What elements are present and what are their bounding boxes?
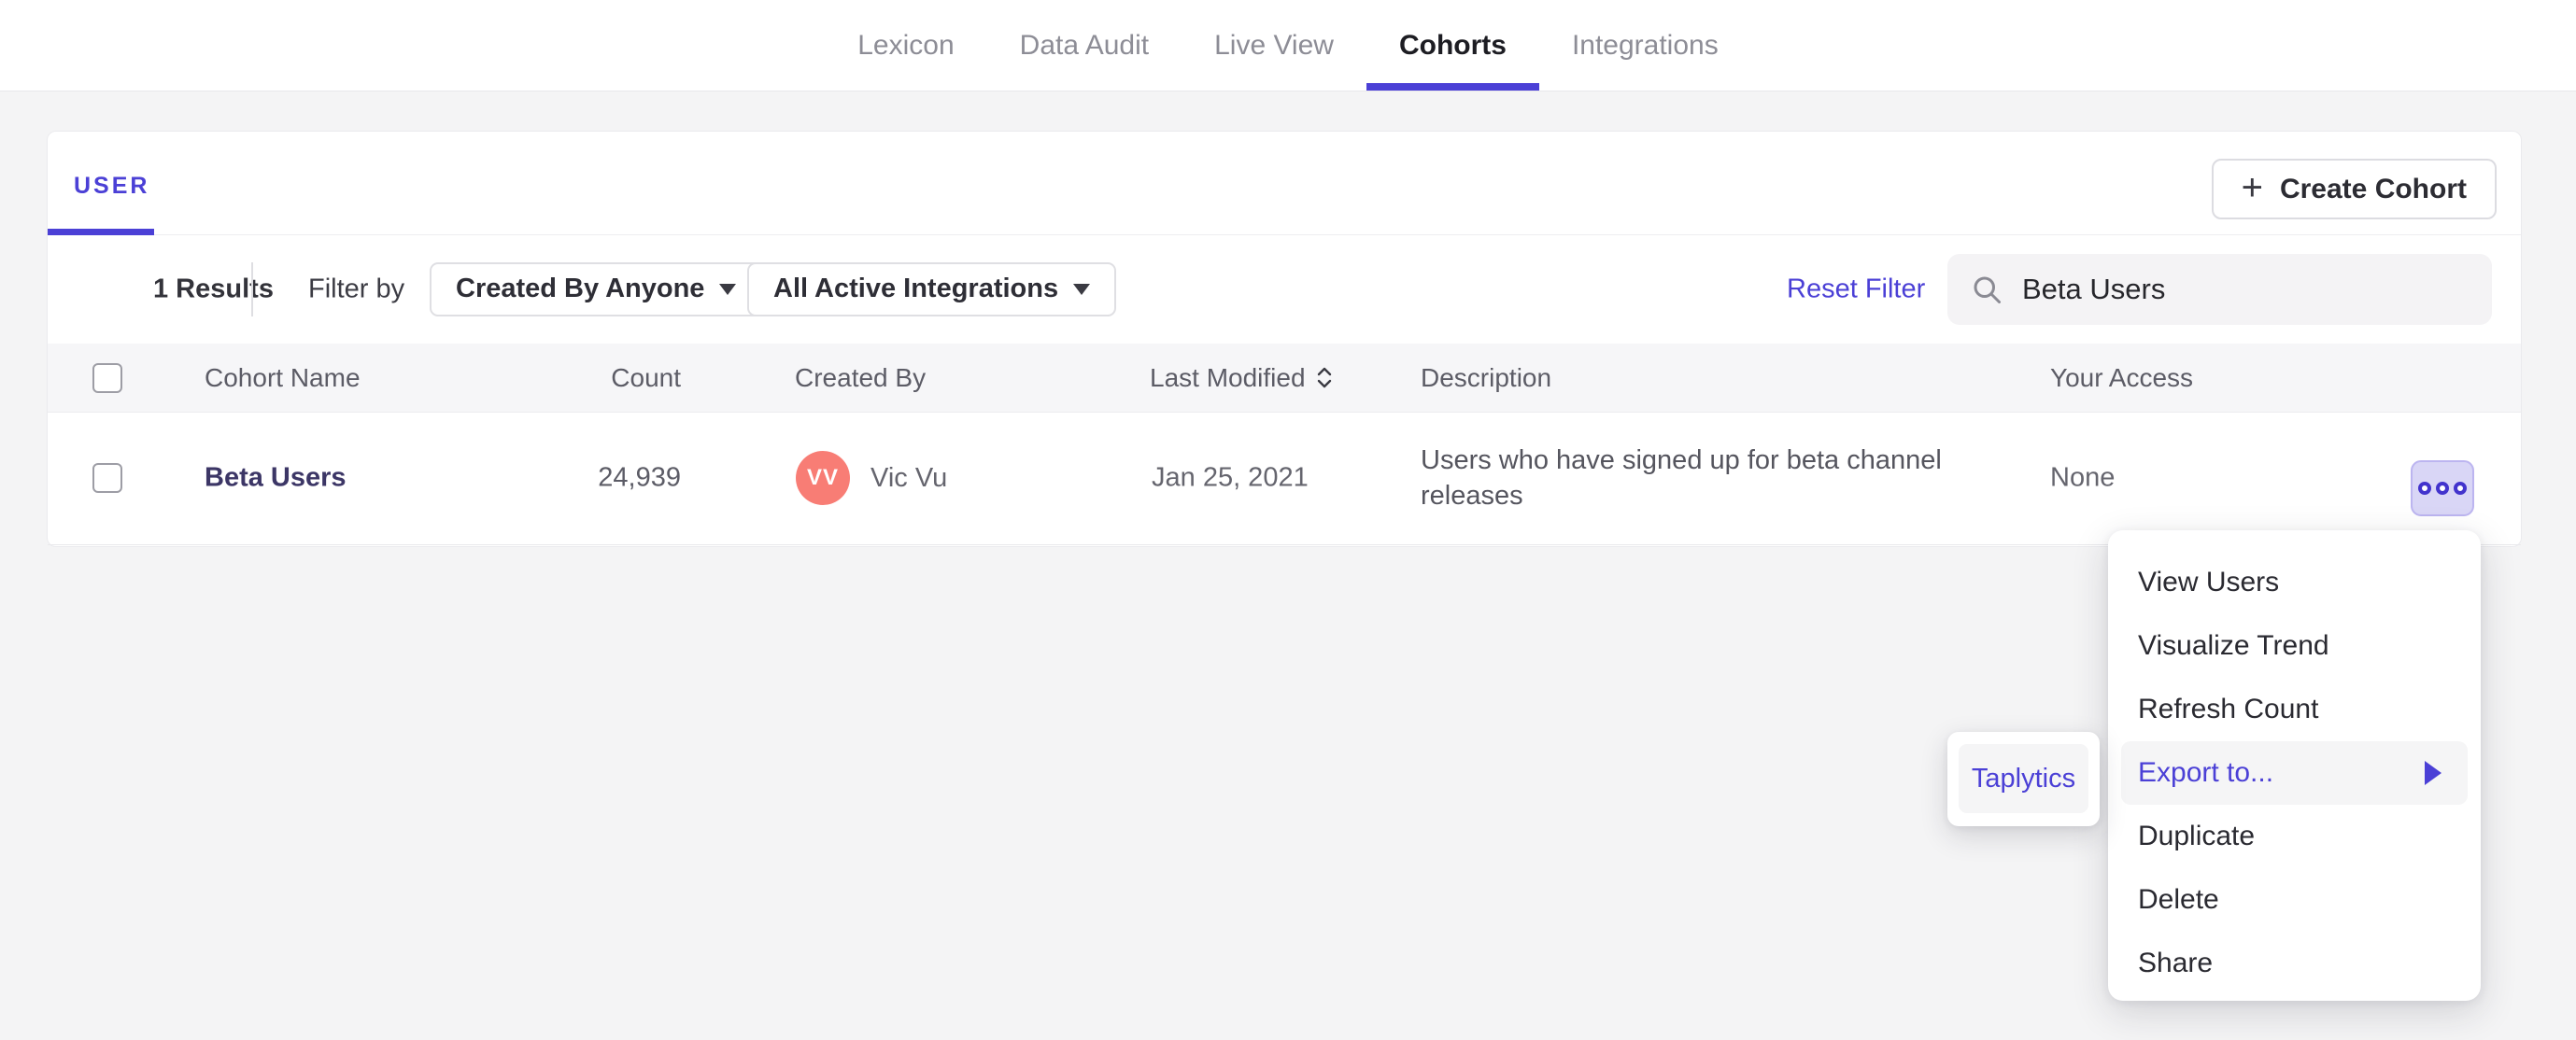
created-by-dropdown[interactable]: Created By Anyone <box>430 261 763 316</box>
tab-user[interactable]: USER <box>74 173 149 200</box>
tab-data-audit[interactable]: Data Audit <box>987 0 1182 91</box>
plus-icon: + <box>2241 166 2263 208</box>
submenu-item-taplytics[interactable]: Taplytics <box>1959 744 2088 813</box>
panel-tab-row: USER + Create Cohort <box>48 132 2521 235</box>
cohort-name-link[interactable]: Beta Users <box>205 463 347 494</box>
search-box <box>1947 253 2492 325</box>
access-value: None <box>2050 462 2116 493</box>
cohorts-page: Lexicon Data Audit Live View Cohorts Int… <box>0 0 2576 1040</box>
menu-item-delete[interactable]: Delete <box>2121 868 2468 932</box>
menu-item-duplicate[interactable]: Duplicate <box>2121 805 2468 868</box>
tab-integrations[interactable]: Integrations <box>1539 0 1751 91</box>
row-actions-button[interactable] <box>2411 460 2474 516</box>
filter-by-label: Filter by <box>308 274 405 303</box>
description-value: Users who have signed up for beta channe… <box>1421 445 1942 511</box>
filter-divider <box>251 261 253 316</box>
column-your-access: Your Access <box>2050 362 2194 392</box>
search-icon <box>1974 276 2001 303</box>
three-dots-icon <box>2436 482 2449 495</box>
tab-cohorts[interactable]: Cohorts <box>1366 0 1539 91</box>
row-checkbox[interactable] <box>92 463 122 493</box>
menu-item-view-users[interactable]: View Users <box>2121 551 2468 614</box>
created-by-dropdown-label: Created By Anyone <box>456 274 705 303</box>
search-input[interactable] <box>2020 271 2470 307</box>
column-description: Description <box>1421 362 1552 392</box>
cohort-count: 24,939 <box>598 462 681 493</box>
menu-item-export-to[interactable]: Export to... <box>2121 741 2468 805</box>
chevron-down-icon <box>719 283 737 295</box>
select-all-checkbox[interactable] <box>92 362 122 393</box>
integrations-dropdown[interactable]: All Active Integrations <box>747 261 1117 316</box>
last-modified-value: Jan 25, 2021 <box>1152 462 1309 493</box>
tab-lexicon[interactable]: Lexicon <box>825 0 986 91</box>
table-row: Beta Users 24,939 VV Vic Vu Jan 25, 2021… <box>48 412 2521 545</box>
table-header: Cohort Name Count Created By Last Modifi… <box>48 344 2521 413</box>
export-submenu: Taplytics <box>1947 732 2100 826</box>
last-modified-label: Last Modified <box>1150 362 1306 392</box>
menu-item-visualize-trend[interactable]: Visualize Trend <box>2121 614 2468 678</box>
filter-bar: 1 Results Filter by Created By Anyone Al… <box>48 234 2521 344</box>
create-cohort-label: Create Cohort <box>2279 173 2467 204</box>
top-nav: Lexicon Data Audit Live View Cohorts Int… <box>0 0 2576 91</box>
tab-live-view[interactable]: Live View <box>1182 0 1366 91</box>
created-by-name: Vic Vu <box>870 462 948 493</box>
column-created-by: Created By <box>795 362 927 392</box>
avatar: VV <box>796 451 850 505</box>
submenu-arrow-icon <box>2425 761 2442 785</box>
integrations-dropdown-label: All Active Integrations <box>773 274 1059 303</box>
sort-icon <box>1317 367 1332 388</box>
menu-item-share[interactable]: Share <box>2121 932 2468 995</box>
reset-filter-link[interactable]: Reset Filter <box>1787 274 1925 304</box>
create-cohort-button[interactable]: + Create Cohort <box>2211 159 2497 219</box>
row-context-menu: View Users Visualize Trend Refresh Count… <box>2108 530 2481 1001</box>
chevron-down-icon <box>1073 283 1091 295</box>
menu-item-refresh-count[interactable]: Refresh Count <box>2121 678 2468 741</box>
column-count: Count <box>611 362 681 392</box>
column-cohort-name: Cohort Name <box>205 362 361 392</box>
three-dots-icon <box>2454 482 2467 495</box>
results-count: 1 Results <box>153 274 274 303</box>
export-to-label: Export to... <box>2138 757 2274 788</box>
cohorts-panel: USER + Create Cohort 1 Results Filter by… <box>47 131 2522 547</box>
created-by-cell: VV Vic Vu <box>796 451 947 505</box>
column-last-modified[interactable]: Last Modified <box>1150 363 1332 393</box>
three-dots-icon <box>2418 482 2431 495</box>
